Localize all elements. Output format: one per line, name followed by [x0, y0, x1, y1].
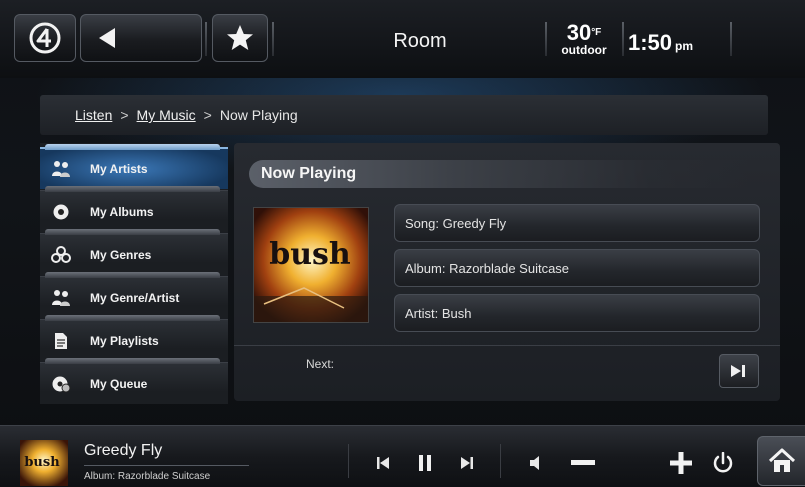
power-icon — [713, 452, 733, 473]
album-field[interactable]: Album: Razorblade Suitcase — [394, 249, 760, 287]
sidebar-item-label: My Playlists — [90, 333, 159, 348]
song-field[interactable]: Song: Greedy Fly — [394, 204, 760, 242]
control4-logo-icon — [29, 22, 61, 54]
volume-down-icon — [571, 460, 595, 465]
volume-up-button[interactable] — [664, 448, 698, 478]
sidebar-tab — [45, 272, 220, 278]
sidebar-tab — [45, 358, 220, 364]
volume-up-icon — [670, 452, 692, 474]
genres-icon — [44, 245, 78, 264]
album-art[interactable]: bush — [253, 207, 369, 323]
topbar-separator — [205, 22, 207, 56]
sidebar-tab — [45, 315, 220, 321]
next-label: Next: — [306, 357, 335, 371]
sidebar-item-label: My Artists — [90, 162, 148, 176]
mini-album-art[interactable]: bush — [20, 440, 68, 486]
back-arrow-icon — [99, 28, 115, 48]
breadcrumb: Listen > My Music > Now Playing — [40, 95, 768, 135]
sidebar-item-label: My Genre/Artist — [90, 290, 180, 305]
back-button[interactable] — [80, 14, 202, 62]
album-disc-icon — [44, 203, 78, 221]
sidebar-item-my-albums[interactable]: My Albums — [40, 186, 228, 232]
queue-disc-icon — [44, 375, 78, 393]
sidebar-tab — [45, 186, 220, 192]
bottombar-separator — [348, 444, 349, 478]
top-bar: Room 30°F outdoor 1:50 pm — [0, 0, 805, 78]
breadcrumb-separator: > — [120, 107, 129, 123]
breadcrumb-my-music[interactable]: My Music — [137, 107, 196, 123]
home-button[interactable] — [757, 436, 805, 486]
sidebar: My Artists My Albums My Genres My Genre/… — [40, 143, 228, 404]
breadcrumb-listen[interactable]: Listen — [75, 107, 112, 123]
topbar-separator — [272, 22, 274, 56]
artists-icon — [44, 160, 78, 178]
room-selector[interactable]: Room — [380, 30, 460, 53]
favorites-button[interactable] — [212, 14, 268, 62]
sidebar-item-my-queue[interactable]: My Queue — [40, 358, 228, 404]
next-icon — [461, 457, 473, 469]
breadcrumb-now-playing: Now Playing — [219, 107, 298, 123]
weather-widget[interactable]: 30°F outdoor — [548, 22, 620, 62]
sidebar-item-label: My Queue — [90, 376, 148, 391]
genre-artist-icon — [44, 289, 78, 307]
sidebar-tab — [45, 144, 220, 150]
previous-icon — [377, 457, 389, 469]
power-button[interactable] — [706, 448, 740, 478]
clock-ampm: pm — [675, 39, 694, 53]
sidebar-tab — [45, 229, 220, 235]
topbar-separator — [622, 22, 624, 56]
mini-album-art-logo: bush — [24, 455, 60, 470]
topbar-separator — [730, 22, 732, 56]
bottom-player-bar: bush Greedy Fly Album: Razorblade Suitca… — [0, 425, 805, 487]
mini-divider — [84, 465, 249, 466]
sidebar-item-my-artists[interactable]: My Artists — [40, 144, 228, 189]
control4-logo-button[interactable] — [14, 14, 76, 62]
pause-button[interactable] — [408, 448, 442, 478]
sidebar-item-my-playlists[interactable]: My Playlists — [40, 315, 228, 361]
app-window: Room 30°F outdoor 1:50 pm Listen > My Mus… — [0, 0, 805, 487]
album-art-logo: bush — [269, 237, 351, 272]
temperature-unit: °F — [591, 27, 602, 38]
sidebar-item-my-genres[interactable]: My Genres — [40, 229, 228, 275]
pause-icon — [419, 455, 431, 471]
temperature-value: 30°F — [566, 20, 602, 45]
clock: 1:50 pm — [628, 30, 718, 56]
mini-song-title: Greedy Fly — [84, 442, 163, 459]
artist-field[interactable]: Artist: Bush — [394, 294, 760, 332]
volume-icon — [530, 456, 539, 470]
playlist-document-icon — [44, 332, 78, 350]
sidebar-item-label: My Albums — [90, 204, 154, 219]
mini-album-art-image: bush — [20, 440, 68, 486]
volume-down-button[interactable] — [566, 448, 600, 478]
mini-album-title: Album: Razorblade Suitcase — [84, 471, 211, 482]
now-playing-panel: Now Playing bush Song: Greedy Fly Album:… — [234, 143, 780, 401]
temperature-note: outdoor — [561, 43, 607, 57]
sidebar-item-label: My Genres — [90, 247, 152, 262]
album-art-image: bush — [254, 208, 368, 322]
breadcrumb-separator: > — [203, 107, 212, 123]
bottombar-separator — [500, 444, 501, 478]
skip-next-button[interactable] — [719, 354, 759, 388]
mute-button[interactable] — [518, 448, 552, 478]
home-icon — [768, 448, 795, 472]
now-playing-header: Now Playing — [249, 160, 749, 188]
topbar-separator — [545, 22, 547, 56]
clock-time: 1:50 — [628, 30, 673, 55]
previous-track-button[interactable] — [366, 448, 400, 478]
star-icon — [227, 25, 253, 50]
skip-next-icon — [731, 365, 745, 377]
next-track-button[interactable] — [450, 448, 484, 478]
sidebar-item-my-genre-artist[interactable]: My Genre/Artist — [40, 272, 228, 318]
panel-divider — [234, 345, 780, 346]
